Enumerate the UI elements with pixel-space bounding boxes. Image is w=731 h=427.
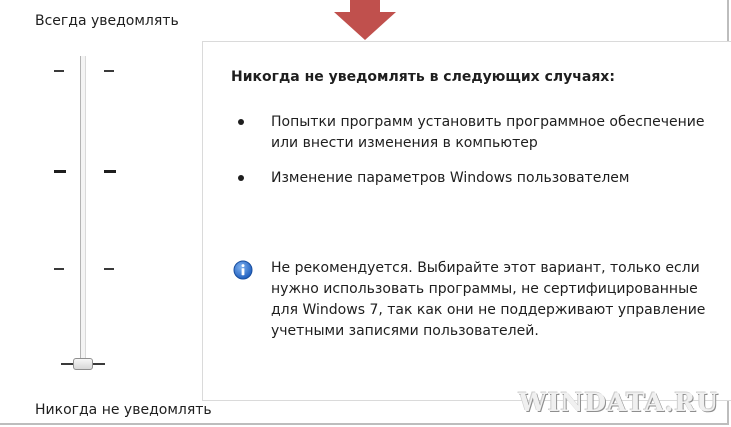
description-panel: Никогда не уведомлять в следующих случая… [202,41,731,401]
slider-thumb[interactable] [73,358,93,370]
slider-tick [54,70,64,72]
panel-heading: Никогда не уведомлять в следующих случая… [231,69,615,85]
slider-tick [54,268,64,270]
slider-tick [104,268,114,270]
uac-settings-dialog: Всегда уведомлять Никогда не уведомлять … [0,0,731,425]
notification-level-slider[interactable] [40,50,140,390]
slider-tick [54,170,66,173]
list-item: Изменение параметров Windows пользовател… [233,168,713,189]
bullet-icon [238,175,244,181]
bullet-icon [238,119,244,125]
slider-tick [61,363,73,365]
slider-track[interactable] [80,56,86,368]
bullet-list: Попытки программ установить программное … [233,112,713,203]
bullet-text: Попытки программ установить программное … [271,114,705,151]
slider-tick [104,70,114,72]
slider-top-label: Всегда уведомлять [35,13,179,29]
down-arrow-icon [334,0,396,40]
note-text: Не рекомендуется. Выбирайте этот вариант… [271,260,706,339]
watermark-logo: WINDATA.RU [518,388,719,417]
slider-bottom-label: Никогда не уведомлять [35,402,212,418]
list-item: Попытки программ установить программное … [233,112,713,154]
slider-tick [104,170,116,173]
info-icon [233,260,253,280]
slider-tick [93,363,105,365]
bullet-text: Изменение параметров Windows пользовател… [271,170,630,186]
